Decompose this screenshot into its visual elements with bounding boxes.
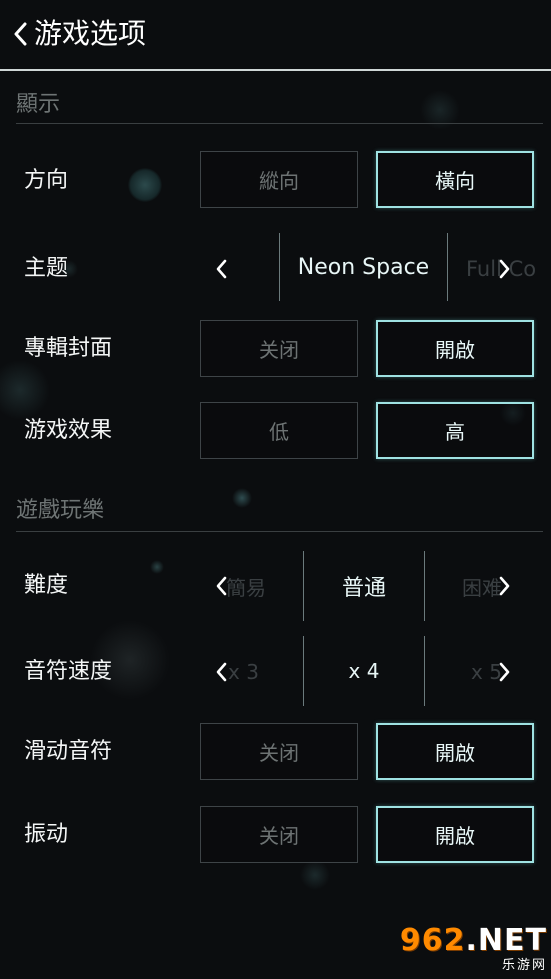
- chevron-right-icon: [499, 662, 510, 682]
- album-cover-on-button[interactable]: 開啟: [376, 320, 534, 377]
- orientation-label: 方向: [24, 168, 69, 193]
- vibration-label: 振动: [24, 822, 69, 847]
- slide-notes-label: 滑动音符: [24, 739, 113, 764]
- chevron-left-icon: [216, 259, 227, 279]
- chevron-left-icon: [216, 662, 227, 682]
- page-title: 游戏选项: [34, 17, 147, 50]
- site-watermark-logo: 962.NET 乐游网: [400, 923, 547, 973]
- vibration-on-button[interactable]: 開啟: [376, 806, 534, 863]
- difficulty-label: 難度: [24, 573, 69, 598]
- game-effects-label: 游戏效果: [24, 418, 113, 443]
- game-effects-low-button[interactable]: 低: [200, 402, 358, 459]
- vibration-off-button[interactable]: 关闭: [200, 806, 358, 863]
- chevron-left-icon: [216, 576, 227, 596]
- section-title-gameplay: 遊戲玩樂: [16, 498, 105, 523]
- slide-notes-off-button[interactable]: 关闭: [200, 723, 358, 780]
- section-divider: [16, 123, 543, 124]
- album-cover-label: 專輯封面: [24, 336, 113, 361]
- watermark-sub: 乐游网: [501, 958, 547, 973]
- theme-label: 主题: [24, 256, 69, 281]
- note-speed-label: 音符速度: [24, 659, 113, 684]
- note-speed-prev-peek: x 3: [228, 660, 259, 684]
- section-title-display: 顯示: [16, 92, 61, 117]
- note-speed-next-button[interactable]: [492, 654, 518, 690]
- album-cover-off-button[interactable]: 关闭: [200, 320, 358, 377]
- note-speed-current-value: x 4: [303, 636, 425, 706]
- section-divider: [16, 531, 543, 532]
- chevron-right-icon: [499, 259, 510, 279]
- difficulty-prev-peek: 簡易: [226, 575, 266, 600]
- top-bar: 游戏选项: [0, 0, 551, 71]
- back-button[interactable]: [8, 16, 32, 52]
- slide-notes-on-button[interactable]: 開啟: [376, 723, 534, 780]
- difficulty-current-value: 普通: [303, 551, 425, 621]
- theme-current-value: Neon Space: [279, 233, 448, 301]
- watermark-main: 962.NET: [399, 923, 547, 958]
- theme-next-button[interactable]: [492, 251, 518, 287]
- theme-prev-button[interactable]: [208, 251, 234, 287]
- chevron-right-icon: [499, 576, 510, 596]
- header-divider: [0, 69, 551, 71]
- orientation-portrait-button[interactable]: 縱向: [200, 151, 358, 208]
- orientation-landscape-button[interactable]: 橫向: [376, 151, 534, 208]
- difficulty-next-button[interactable]: [492, 568, 518, 604]
- difficulty-prev-button[interactable]: [208, 568, 234, 604]
- game-effects-high-button[interactable]: 高: [376, 402, 534, 459]
- chevron-left-icon: [14, 22, 27, 46]
- note-speed-prev-button[interactable]: [208, 654, 234, 690]
